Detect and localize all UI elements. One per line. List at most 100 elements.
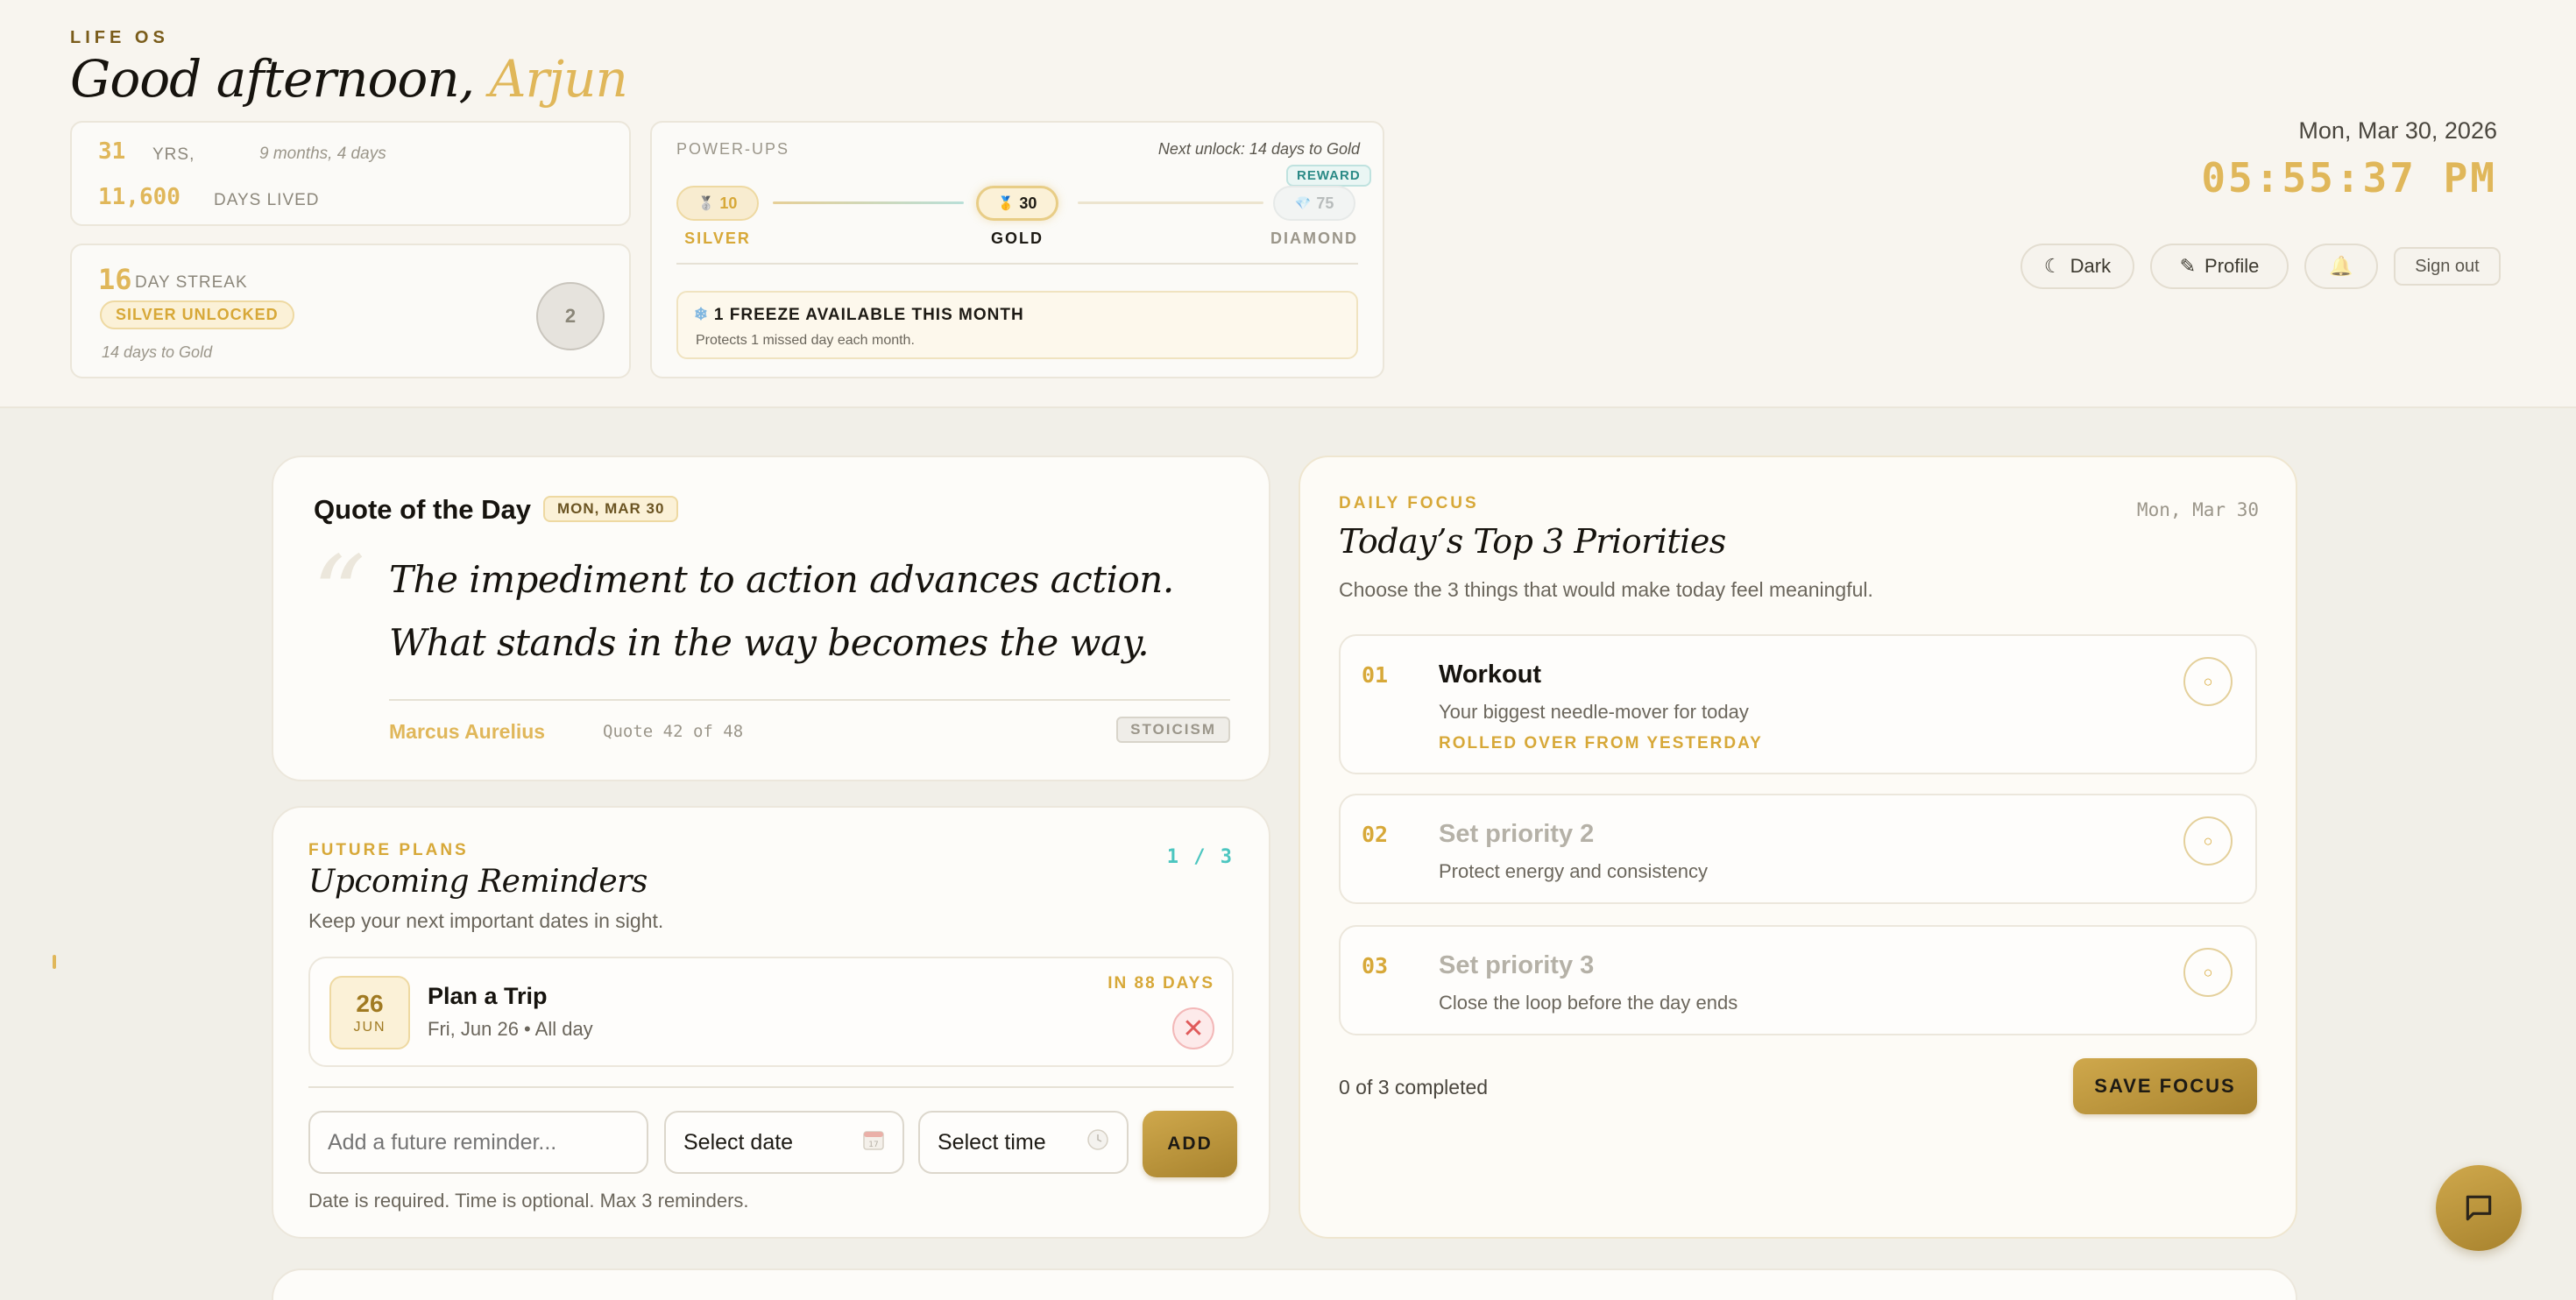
divider (389, 699, 1230, 701)
priority-item-3[interactable]: 03 Set priority 3 Close the loop before … (1339, 925, 2257, 1035)
quote-mark-icon: “ (312, 534, 366, 656)
calendar-icon: 17 (862, 1128, 885, 1156)
bell-icon: 🔔 (2329, 255, 2353, 277)
profile-button[interactable]: ✎ Profile (2150, 244, 2289, 289)
greeting: Good afternoon, Arjun (70, 49, 628, 109)
age-years-unit: YRS, (152, 145, 195, 164)
reminder-date-picker[interactable]: Select date 17 (664, 1111, 904, 1174)
daily-focus-label: DAILY FOCUS (1339, 494, 1479, 512)
current-date: Mon, Mar 30, 2026 (2298, 117, 2497, 144)
chat-button[interactable] (2436, 1165, 2522, 1251)
tier-gold[interactable]: 🥇 30 GOLD (976, 186, 1058, 248)
tier-gold-pill: 🥇 30 (976, 186, 1058, 221)
streak-unit: DAY STREAK (135, 273, 248, 292)
divider (676, 263, 1358, 265)
tier-gold-value: 30 (1019, 194, 1037, 212)
silver-medal-icon: 2 (536, 282, 605, 350)
dark-mode-label: Dark (2070, 255, 2112, 277)
reminder-counter: 1 / 3 (1166, 846, 1234, 868)
priority-complete-toggle[interactable]: ○ (2183, 816, 2233, 865)
current-time: 05:55:37 PM (2201, 154, 2497, 201)
app-label: LIFE OS (70, 28, 169, 47)
divider (308, 1086, 1234, 1088)
delete-reminder-button[interactable]: ✕ (1172, 1007, 1214, 1049)
priority-subtitle: Protect energy and consistency (1439, 860, 1708, 882)
reminder-date-badge: 26 JUN (329, 976, 410, 1049)
priority-item-2[interactable]: 02 Set priority 2 Protect energy and con… (1339, 794, 2257, 904)
future-plans-label: FUTURE PLANS (308, 841, 469, 859)
greeting-prefix: Good afternoon, (70, 49, 475, 109)
focus-progress: 0 of 3 completed (1339, 1076, 1489, 1099)
add-reminder-button[interactable]: ADD (1143, 1111, 1237, 1177)
streak-badge: SILVER UNLOCKED (100, 300, 294, 329)
reminder-time-picker[interactable]: Select time (918, 1111, 1129, 1174)
days-lived-unit: DAYS LIVED (214, 191, 320, 209)
reminder-help-text: Date is required. Time is optional. Max … (308, 1190, 749, 1212)
priority-number: 01 (1362, 662, 1389, 688)
quote-counter: Quote 42 of 48 (603, 722, 744, 741)
power-ups-card: POWER-UPS Next unlock: 14 days to Gold 🥈… (650, 121, 1384, 378)
priority-item-1[interactable]: 01 Workout Your biggest needle-mover for… (1339, 634, 2257, 774)
circle-icon: ○ (2203, 831, 2213, 850)
medal-number: 2 (564, 305, 577, 327)
age-card: 31 YRS, 9 months, 4 days 11,600 DAYS LIV… (70, 121, 631, 226)
tier-silver-pill: 🥈 10 (676, 186, 759, 221)
date-picker-value: Select date (683, 1129, 794, 1155)
reminder-day: 26 (356, 990, 384, 1017)
circle-icon: ○ (2203, 672, 2213, 690)
clock-icon (1086, 1128, 1109, 1156)
quote-card: Quote of the Day MON, MAR 30 “ The imped… (272, 456, 1270, 781)
priority-title: Workout (1439, 661, 1542, 689)
daily-focus-subtitle: Choose the 3 things that would make toda… (1339, 578, 1873, 601)
time-picker-value: Select time (938, 1129, 1046, 1155)
freeze-title-text: 1 FREEZE AVAILABLE THIS MONTH (713, 306, 1024, 324)
edge-marker (53, 955, 56, 969)
next-unlock-text: Next unlock: 14 days to Gold (1157, 140, 1360, 158)
streak-count: 16 (98, 263, 132, 296)
priority-complete-toggle[interactable]: ○ (2183, 657, 2233, 706)
priority-title: Set priority 2 (1439, 820, 1595, 848)
notifications-button[interactable]: 🔔 (2304, 244, 2378, 289)
quote-text: The impediment to action advances action… (389, 558, 1174, 664)
tier-diamond-pill: 💎 75 (1273, 186, 1355, 221)
reminder-item[interactable]: 26 JUN Plan a Trip Fri, Jun 26 • All day… (308, 957, 1234, 1067)
reminder-meta: Fri, Jun 26 • All day (428, 1018, 593, 1040)
future-plans-subtitle: Keep your next important dates in sight. (308, 909, 664, 932)
priority-complete-toggle[interactable]: ○ (2183, 948, 2233, 997)
diamond-icon: 💎 (1294, 196, 1312, 211)
pencil-icon: ✎ (2179, 255, 2197, 277)
priority-subtitle: Your biggest needle-mover for today (1439, 701, 1749, 723)
daily-focus-card: DAILY FOCUS Mon, Mar 30 Today’s Top 3 Pr… (1299, 456, 2297, 1239)
profile-label: Profile (2204, 255, 2260, 277)
circle-icon: ○ (2203, 963, 2213, 981)
priority-number: 02 (1362, 822, 1389, 847)
next-section-card (272, 1268, 2297, 1300)
reminder-title: Plan a Trip (428, 983, 548, 1009)
user-name: Arjun (489, 49, 628, 109)
save-focus-button[interactable]: SAVE FOCUS (2073, 1058, 2257, 1114)
priority-title: Set priority 3 (1439, 951, 1595, 979)
priority-subtitle: Close the loop before the day ends (1439, 992, 1738, 1014)
reward-tag: REWARD (1286, 165, 1371, 187)
future-plans-card: FUTURE PLANS Upcoming Reminders Keep you… (272, 806, 1270, 1239)
freeze-subtitle: Protects 1 missed day each month. (696, 333, 915, 348)
tier-silver[interactable]: 🥈 10 SILVER (676, 186, 759, 248)
reminder-month: JUN (353, 1020, 386, 1035)
power-ups-label: POWER-UPS (676, 140, 790, 158)
sign-out-button[interactable]: Sign out (2394, 247, 2501, 286)
tier-diamond[interactable]: 💎 75 DIAMOND (1270, 186, 1358, 248)
reminder-text-input[interactable] (308, 1111, 648, 1174)
tier-diamond-name: DIAMOND (1270, 230, 1358, 247)
tier-diamond-value: 75 (1316, 194, 1334, 212)
moon-icon: ☾ (2043, 255, 2062, 277)
close-icon: ✕ (1182, 1014, 1205, 1043)
rolled-over-note: ROLLED OVER FROM YESTERDAY (1439, 734, 1763, 752)
reminder-days-left: IN 88 DAYS (1108, 974, 1214, 993)
quote-category-tag: STOICISM (1116, 717, 1230, 743)
quote-author: Marcus Aurelius (389, 720, 546, 743)
dark-mode-button[interactable]: ☾ Dark (2020, 244, 2134, 289)
age-remainder: 9 months, 4 days (259, 145, 386, 163)
streak-card: 16 DAY STREAK SILVER UNLOCKED 14 days to… (70, 244, 631, 378)
days-lived-count: 11,600 (98, 184, 180, 210)
quote-title: Quote of the Day (314, 494, 532, 525)
